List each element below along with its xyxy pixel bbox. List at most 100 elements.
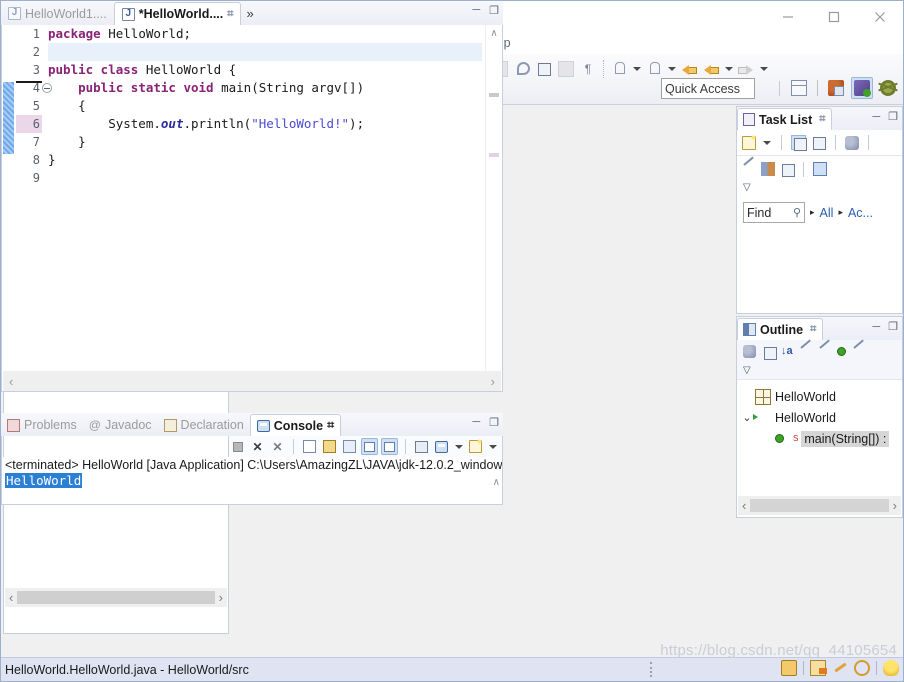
open-perspective-button[interactable] [788, 77, 810, 99]
hide-static-icon[interactable] [818, 345, 831, 358]
open-console-dropdown[interactable] [487, 438, 498, 455]
overview-marker-warning[interactable] [489, 93, 499, 97]
scroll-left-arrow[interactable]: ‹ [9, 590, 13, 605]
tab-javadoc[interactable]: @ Javadoc [83, 414, 158, 436]
insert-mode-icon[interactable] [810, 660, 827, 676]
outline-hscrollbar[interactable]: ‹ › [738, 496, 901, 515]
progress-icon[interactable] [854, 660, 870, 676]
pin-console-button[interactable] [413, 438, 430, 455]
more-tabs-icon[interactable]: » [241, 6, 258, 21]
remove-launch-button[interactable]: ✕ [249, 438, 266, 455]
show-console-on-output-button[interactable] [361, 438, 378, 455]
terminate-button[interactable] [229, 438, 246, 455]
find-input[interactable]: Find ⚲ [743, 202, 805, 223]
clear-console-button[interactable] [301, 438, 318, 455]
show-whitespace-button[interactable]: ¶ [577, 58, 599, 80]
remove-all-terminated-button[interactable]: ✕ [269, 438, 286, 455]
open-console-button[interactable] [467, 438, 484, 455]
editor-pen-icon[interactable] [832, 660, 848, 676]
maximize-icon[interactable]: ❐ [888, 320, 898, 333]
filter-all-link[interactable]: All [820, 206, 834, 220]
scheduled-presentation-icon[interactable] [811, 135, 826, 150]
scroll-right-arrow[interactable]: › [893, 498, 897, 513]
outline-view-menu-icon[interactable]: ▽ [743, 365, 751, 376]
focus-on-active-task-icon[interactable] [743, 344, 756, 358]
collapse-all-icon[interactable] [762, 345, 777, 360]
minimize-icon[interactable]: ─ [872, 321, 880, 333]
overview-marker-occurrence[interactable] [489, 153, 499, 157]
outline-item-main-method[interactable]: S main(String[]) : [737, 428, 902, 449]
tab-problems[interactable]: Problems [1, 414, 83, 436]
perspective-java-browsing[interactable] [825, 77, 847, 99]
display-console-dropdown[interactable] [453, 438, 464, 455]
scroll-thumb[interactable] [17, 591, 215, 604]
status-bar-drag-handle[interactable] [650, 662, 653, 677]
new-task-dropdown-icon[interactable] [761, 136, 772, 150]
task-list-view-menu-icon[interactable]: ▽ [737, 182, 902, 196]
word-wrap-button[interactable] [341, 438, 358, 455]
maximize-icon[interactable]: ❐ [888, 110, 898, 123]
display-selected-console-button[interactable] [433, 438, 450, 455]
maximize-icon[interactable]: ❐ [489, 416, 499, 429]
synchronize-changed-icon[interactable] [742, 162, 756, 176]
perspective-java[interactable] [851, 77, 873, 99]
show-source-button[interactable] [533, 58, 555, 80]
hide-fields-icon[interactable] [799, 345, 812, 358]
next-annotation-button[interactable] [608, 58, 630, 80]
hide-local-types-icon[interactable] [852, 345, 865, 358]
outline-item-package[interactable]: HelloWorld [737, 386, 902, 407]
filter-caret-icon[interactable]: ▸ [810, 207, 815, 218]
hide-non-public-icon[interactable] [836, 346, 846, 356]
search-icon[interactable]: ⚲ [793, 206, 801, 219]
package-explorer-hscrollbar[interactable]: ‹ › [5, 588, 227, 607]
editor-text-area[interactable]: 1 2 3 4 5 6 7 8 9 package HelloWorld; pu… [1, 25, 503, 392]
writable-indicator-icon[interactable] [781, 660, 797, 676]
scroll-right-arrow[interactable]: › [491, 374, 495, 389]
tab-declaration[interactable]: Declaration [158, 414, 250, 436]
maximize-icon[interactable]: ❐ [489, 4, 499, 17]
scroll-right-arrow[interactable]: › [219, 590, 223, 605]
editor-horizontal-scrollbar[interactable]: ‹ › [3, 371, 501, 391]
scroll-left-arrow[interactable]: ‹ [9, 374, 13, 389]
back-button[interactable] [678, 58, 700, 80]
console-scroll-up-arrow[interactable]: ∧ [493, 477, 500, 488]
minimize-icon[interactable]: ─ [472, 416, 480, 429]
close-icon[interactable]: ⌗ [227, 8, 233, 21]
new-task-icon[interactable] [742, 133, 757, 150]
activate-task-icon[interactable] [761, 162, 775, 176]
focus-on-workweek-icon[interactable] [845, 135, 859, 150]
minimize-icon[interactable]: ─ [472, 4, 480, 17]
forward-dropdown-arrow[interactable] [757, 58, 770, 80]
tip-of-the-day-icon[interactable] [883, 660, 899, 676]
tab-console[interactable]: Console ⌗ [249, 414, 342, 436]
next-annotation-dropdown-arrow[interactable] [630, 58, 643, 80]
scroll-thumb[interactable] [750, 499, 889, 512]
previous-annotation-dropdown-arrow[interactable] [665, 58, 678, 80]
outline-item-class[interactable]: ⌄ HelloWorld [737, 407, 902, 428]
filter-active-link[interactable]: Ac... [848, 206, 873, 220]
previous-annotation-button[interactable] [643, 58, 665, 80]
close-button[interactable] [857, 1, 903, 32]
maximize-button[interactable] [811, 1, 857, 32]
scroll-up-arrow[interactable]: ∧ [486, 25, 502, 42]
sort-alphabetically-icon[interactable]: ↓a [781, 345, 793, 357]
toggle-breadcrumb-button[interactable] [511, 58, 533, 80]
forward-button[interactable] [735, 58, 757, 80]
restore-tasks-icon[interactable] [813, 162, 827, 176]
close-icon[interactable]: ⌗ [810, 323, 816, 336]
minimize-button[interactable] [765, 1, 811, 32]
minimize-icon[interactable]: ─ [872, 111, 880, 123]
scroll-lock-button[interactable] [321, 438, 338, 455]
editor-tab-helloworld1[interactable]: HelloWorld1.... [1, 2, 114, 25]
filter-caret-icon[interactable]: ▸ [838, 207, 843, 218]
show-list-button[interactable] [555, 58, 577, 80]
collapse-all-icon[interactable] [780, 162, 795, 177]
quick-access-input[interactable]: Quick Access [661, 78, 755, 99]
close-icon[interactable]: ⌗ [819, 113, 825, 126]
tab-outline[interactable]: Outline ⌗ [737, 318, 824, 340]
back-dropdown-arrow[interactable] [722, 58, 735, 80]
close-icon[interactable]: ⌗ [327, 418, 334, 433]
last-edit-button[interactable] [700, 58, 722, 80]
editor-vertical-scrollbar[interactable]: ∧ ∨ [485, 25, 502, 391]
tab-task-list[interactable]: Task List ⌗ [737, 108, 833, 130]
